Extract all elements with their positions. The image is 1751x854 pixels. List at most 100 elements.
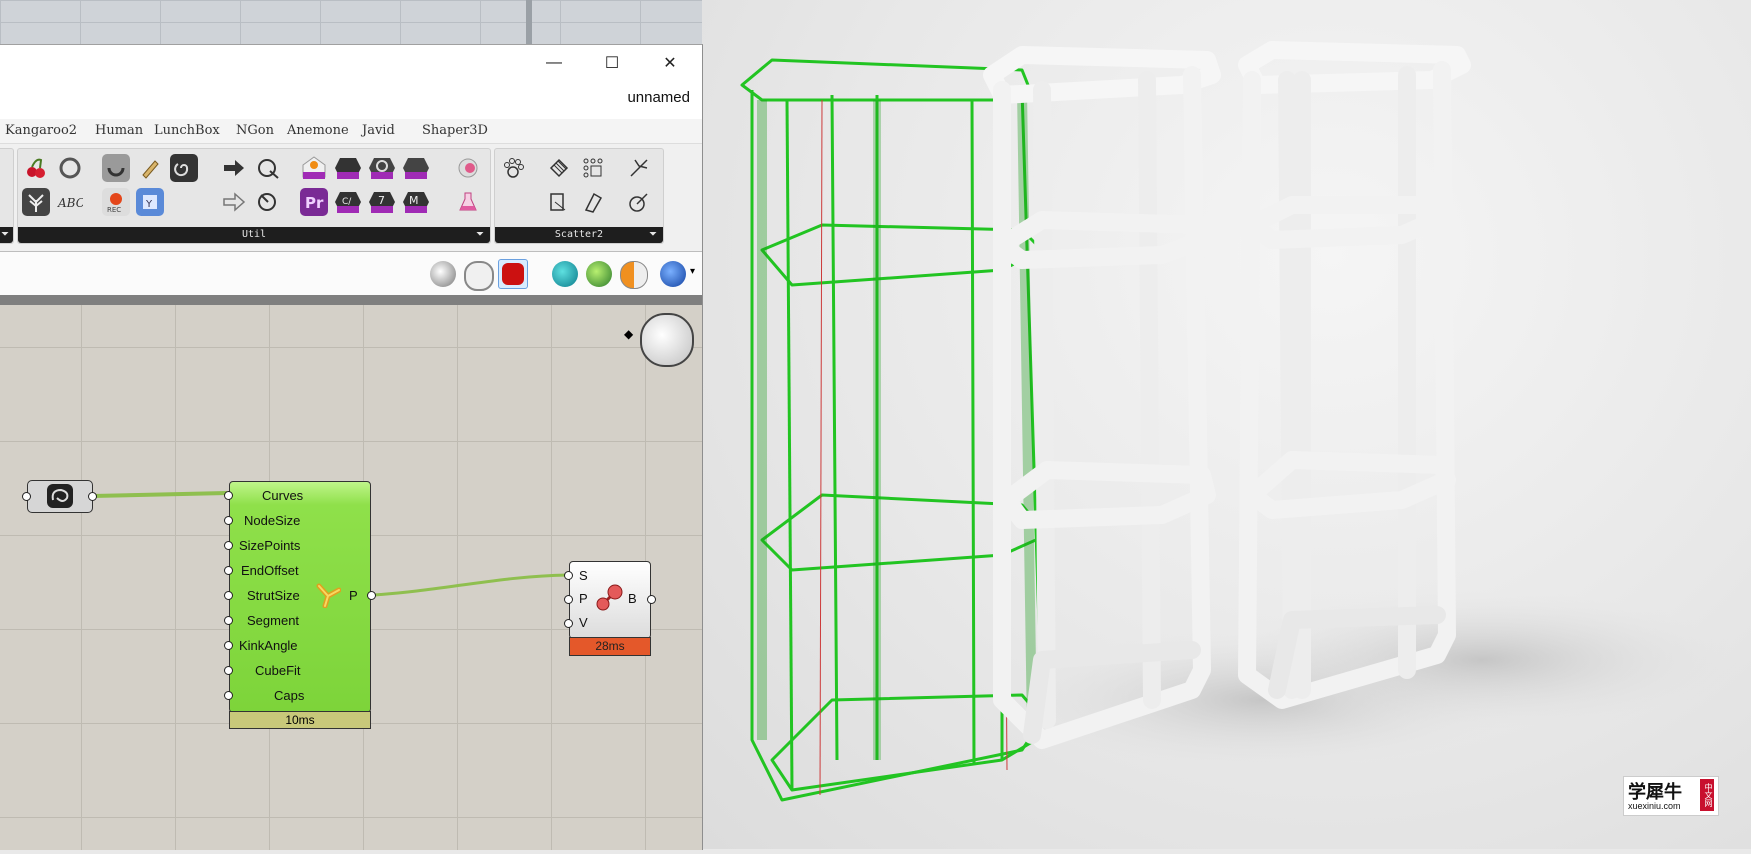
plugin-swirl-icon[interactable]: [368, 154, 396, 182]
hatch-icon[interactable]: [545, 154, 573, 182]
plugin-pr-icon[interactable]: Pr: [300, 188, 328, 216]
document-name: unnamed: [627, 89, 690, 106]
wire-pipe-to-preview[interactable]: [372, 573, 569, 597]
watermark-logo: 学犀牛 xuexiniu.com 中文网: [1623, 776, 1719, 816]
multipipe-component[interactable]: Curves NodeSize SizePoints EndOffset Str…: [229, 481, 371, 713]
input-p[interactable]: P: [579, 591, 588, 606]
svg-text:M: M: [409, 194, 419, 207]
maximize-button[interactable]: ☐: [583, 45, 641, 81]
input-grip[interactable]: [564, 571, 573, 580]
tab-javid[interactable]: Javid: [362, 123, 395, 138]
circle-icon[interactable]: [56, 154, 84, 182]
input-cubefit[interactable]: CubeFit: [255, 663, 301, 678]
tab-shaper3d[interactable]: Shaper3D: [422, 123, 488, 138]
canvas-navigation-widget[interactable]: [640, 313, 694, 367]
grasshopper-canvas[interactable]: ◆ Curves NodeSize SizePoints EndOffset S…: [0, 305, 702, 850]
scatter-rect-icon[interactable]: [579, 188, 607, 216]
window-titlebar[interactable]: — ☐ ✕: [0, 45, 702, 81]
wire-curves[interactable]: [91, 491, 228, 498]
preview-wire-icon[interactable]: [464, 261, 494, 291]
render-scene: [740, 41, 1742, 802]
circle-slash-alt-icon[interactable]: [254, 188, 282, 216]
viewport-border: [526, 0, 532, 45]
plugin-m-icon[interactable]: M: [402, 188, 430, 216]
input-nodesize[interactable]: NodeSize: [244, 513, 300, 528]
plugin-key-icon[interactable]: [402, 154, 430, 182]
mesh-settings-icon[interactable]: [660, 261, 686, 287]
input-s[interactable]: S: [579, 568, 588, 583]
input-kinkangle[interactable]: KinkAngle: [239, 638, 298, 653]
close-button[interactable]: ✕: [641, 45, 699, 81]
plugin-c-icon[interactable]: C/: [334, 188, 362, 216]
eraser-pink-icon[interactable]: [454, 154, 482, 182]
output-grip[interactable]: [367, 591, 376, 600]
dropdown-arrow-icon[interactable]: ▾: [690, 266, 695, 277]
input-endoffset[interactable]: EndOffset: [241, 563, 299, 578]
pencil-icon[interactable]: [136, 154, 164, 182]
pipe-ring-icon[interactable]: [102, 154, 130, 182]
input-grip[interactable]: [224, 541, 233, 550]
scatter-dial-icon[interactable]: [625, 188, 653, 216]
plugin-flame-icon[interactable]: [300, 154, 328, 182]
tab-anemone[interactable]: Anemone: [287, 123, 349, 138]
minimize-button[interactable]: —: [525, 45, 583, 81]
material-icon[interactable]: [620, 261, 648, 289]
input-curves[interactable]: Curves: [262, 488, 303, 503]
input-grip[interactable]: [564, 595, 573, 604]
input-grip[interactable]: [224, 566, 233, 575]
group-label-util[interactable]: Util ⏷: [18, 227, 490, 243]
paw-icon[interactable]: [499, 154, 527, 182]
circle-slash-icon[interactable]: [254, 154, 282, 182]
input-segment[interactable]: Segment: [247, 613, 299, 628]
tree-icon[interactable]: [22, 188, 50, 216]
input-grip[interactable]: [224, 516, 233, 525]
navigation-arrow-icon[interactable]: ◆: [624, 327, 633, 341]
tab-kangaroo2[interactable]: Kangaroo2: [5, 123, 77, 138]
input-sizepoints[interactable]: SizePoints: [239, 538, 300, 553]
input-v[interactable]: V: [579, 615, 588, 630]
expand-icon: ⏷: [476, 229, 484, 240]
output-grip[interactable]: [647, 595, 656, 604]
selected-only-icon[interactable]: [552, 261, 578, 287]
input-caps[interactable]: Caps: [274, 688, 304, 703]
sample-icon[interactable]: Y: [136, 188, 164, 216]
tab-ngon[interactable]: NGon: [236, 123, 274, 138]
input-grip[interactable]: [564, 619, 573, 628]
arrow-right-outline-icon[interactable]: [220, 188, 248, 216]
output-pipe[interactable]: P: [349, 588, 358, 603]
input-grip[interactable]: [224, 591, 233, 600]
input-grip[interactable]: [224, 641, 233, 650]
tab-human[interactable]: Human: [95, 123, 143, 138]
rhino-render-viewport[interactable]: [702, 0, 1751, 849]
group-label-scatter2[interactable]: Scatter2 ⏷: [495, 227, 663, 243]
grasshopper-window[interactable]: — ☐ ✕ unnamed Kangaroo2 Human LunchBox N…: [0, 44, 703, 850]
text-abc-icon[interactable]: ABC: [56, 188, 84, 216]
input-strutsize[interactable]: StrutSize: [247, 588, 300, 603]
record-icon[interactable]: REC: [102, 188, 130, 216]
preview-mesh-icon[interactable]: [586, 261, 612, 287]
arrow-right-icon[interactable]: [220, 154, 248, 182]
output-b[interactable]: B: [628, 591, 637, 606]
plugin-hex-icon[interactable]: [334, 154, 362, 182]
curve-parameter[interactable]: [27, 480, 93, 513]
plugin-7-icon[interactable]: 7: [368, 188, 396, 216]
input-grip[interactable]: [224, 616, 233, 625]
grid-points-icon[interactable]: [579, 154, 607, 182]
input-grip[interactable]: [224, 691, 233, 700]
input-grip[interactable]: [224, 666, 233, 675]
preview-off-icon[interactable]: [430, 261, 456, 287]
preview-timer: 28ms: [569, 637, 651, 656]
input-grip[interactable]: [224, 491, 233, 500]
group-expand-label[interactable]: ⏷: [0, 227, 13, 243]
preview-shaded-button[interactable]: [498, 259, 528, 289]
output-grip[interactable]: [88, 492, 97, 501]
flask-icon[interactable]: [454, 188, 482, 216]
svg-text:ABC: ABC: [57, 196, 83, 210]
scatter-cut-icon[interactable]: [625, 154, 653, 182]
scatter-box-icon[interactable]: [545, 188, 573, 216]
cherry-icon[interactable]: [22, 154, 50, 182]
spiral-icon[interactable]: [170, 154, 198, 182]
custom-preview-component[interactable]: S P V B: [569, 561, 651, 639]
input-grip[interactable]: [22, 492, 31, 501]
tab-lunchbox[interactable]: LunchBox: [154, 123, 220, 138]
